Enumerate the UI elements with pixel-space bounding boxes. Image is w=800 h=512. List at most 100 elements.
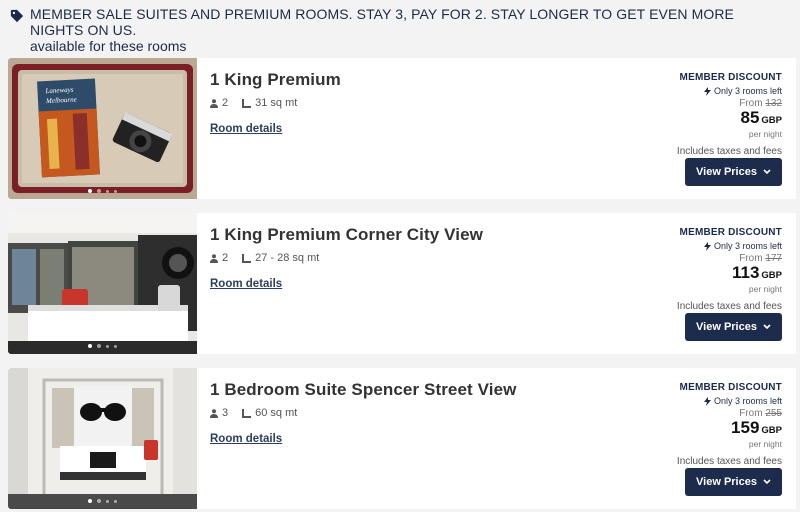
currency: GBP <box>761 115 782 126</box>
room-title: 1 King Premium <box>210 70 341 89</box>
currency: GBP <box>761 425 782 436</box>
carousel-dot[interactable] <box>106 499 109 503</box>
promo-banner-line2: available for these rooms <box>30 38 187 54</box>
room-meta: 3 60 sq mt <box>210 407 516 419</box>
carousel-dots[interactable] <box>8 499 197 503</box>
room-photo-carousel[interactable]: Laneways Melbourne <box>8 58 197 199</box>
view-prices-button[interactable]: View Prices <box>685 313 782 341</box>
view-prices-button[interactable]: View Prices <box>685 468 782 496</box>
price-value: 159 <box>731 418 760 437</box>
ruler-icon <box>242 253 252 263</box>
guest-count-value: 2 <box>222 252 229 264</box>
room-card-3: 1 Bedroom Suite Spencer Street View 3 60… <box>8 368 796 509</box>
rooms-left: Only 3 rooms left <box>582 396 782 406</box>
room-card-2: 1 King Premium Corner City View 2 27 - 2… <box>8 213 796 354</box>
taxes-note: Includes taxes and fees <box>676 301 782 312</box>
room-size-value: 27 - 28 sq mt <box>255 252 320 264</box>
view-prices-label: View Prices <box>696 476 757 488</box>
chevron-down-icon <box>763 324 771 330</box>
price-block: MEMBER DISCOUNT Only 3 rooms left From 1… <box>582 227 782 312</box>
lightning-icon <box>703 241 711 251</box>
carousel-dot[interactable] <box>97 344 101 348</box>
room-info: 1 King Premium 2 31 sq mt Room details <box>210 70 341 137</box>
person-icon <box>210 253 218 263</box>
guest-count-value: 3 <box>222 407 229 419</box>
carousel-dot[interactable] <box>97 189 101 193</box>
tag-icon <box>10 9 24 23</box>
room-size: 27 - 28 sq mt <box>242 252 319 264</box>
rooms-left: Only 3 rooms left <box>582 241 782 251</box>
room-meta: 2 31 sq mt <box>210 97 341 109</box>
room-card-1: Laneways Melbourne 1 King Premium 2 31 s… <box>8 58 796 199</box>
view-prices-label: View Prices <box>696 321 757 333</box>
guest-count: 2 <box>210 252 228 264</box>
view-prices-button[interactable]: View Prices <box>685 158 782 186</box>
price-block: MEMBER DISCOUNT Only 3 rooms left From 1… <box>582 72 782 157</box>
carousel-dot[interactable] <box>106 189 109 193</box>
currency: GBP <box>761 270 782 281</box>
carousel-dot[interactable] <box>114 189 117 193</box>
room-size: 60 sq mt <box>242 407 297 419</box>
price-value: 85 <box>740 108 760 127</box>
room-size-value: 60 sq mt <box>255 407 298 419</box>
carousel-dot[interactable] <box>88 499 92 503</box>
svg-text:Melbourne: Melbourne <box>45 95 77 105</box>
promo-banner-line1: MEMBER SALE SUITES AND PREMIUM ROOMS. ST… <box>30 6 734 38</box>
carousel-dots[interactable] <box>8 189 197 193</box>
carousel-dot[interactable] <box>106 344 109 348</box>
carousel-dot[interactable] <box>88 344 92 348</box>
view-prices-label: View Prices <box>696 166 757 178</box>
ruler-icon <box>242 408 252 418</box>
member-discount-label: MEMBER DISCOUNT <box>679 227 782 238</box>
carousel-dot[interactable] <box>114 499 117 503</box>
carousel-dot[interactable] <box>97 499 101 503</box>
room-photo: Laneways Melbourne <box>8 58 197 199</box>
promo-banner: MEMBER SALE SUITES AND PREMIUM ROOMS. ST… <box>0 0 800 54</box>
rooms-left-text: Only 3 rooms left <box>713 86 782 96</box>
price-block: MEMBER DISCOUNT Only 3 rooms left From 2… <box>582 382 782 467</box>
person-icon <box>210 408 218 418</box>
guest-count: 3 <box>210 407 228 419</box>
price-value: 113 <box>731 263 760 282</box>
per-night: per night <box>748 284 782 294</box>
old-price: 132 <box>765 98 782 109</box>
chevron-down-icon <box>763 479 771 485</box>
taxes-note: Includes taxes and fees <box>676 456 782 467</box>
guest-count: 2 <box>210 97 228 109</box>
room-photo-carousel[interactable] <box>8 213 197 354</box>
svg-text:Laneways: Laneways <box>44 86 74 96</box>
member-discount-label: MEMBER DISCOUNT <box>679 382 782 393</box>
taxes-note: Includes taxes and fees <box>676 146 782 157</box>
room-info: 1 Bedroom Suite Spencer Street View 3 60… <box>210 380 516 447</box>
lightning-icon <box>703 396 711 406</box>
old-price: 255 <box>765 408 782 419</box>
old-price: 177 <box>765 253 782 264</box>
person-icon <box>210 98 218 108</box>
rooms-left: Only 3 rooms left <box>582 86 782 96</box>
chevron-down-icon <box>763 169 771 175</box>
room-size: 31 sq mt <box>242 97 297 109</box>
room-meta: 2 27 - 28 sq mt <box>210 252 483 264</box>
room-size-value: 31 sq mt <box>255 97 298 109</box>
guest-count-value: 2 <box>222 97 229 109</box>
current-price: 85 GBP <box>582 109 782 130</box>
member-discount-label: MEMBER DISCOUNT <box>679 72 782 83</box>
room-info: 1 King Premium Corner City View 2 27 - 2… <box>210 225 483 292</box>
carousel-dot[interactable] <box>114 344 117 348</box>
carousel-dot[interactable] <box>88 189 92 193</box>
room-photo-carousel[interactable] <box>8 368 197 509</box>
room-details-link[interactable]: Room details <box>210 433 282 445</box>
room-photo <box>8 213 197 354</box>
rooms-left-text: Only 3 rooms left <box>713 241 782 251</box>
room-details-link[interactable]: Room details <box>210 123 282 135</box>
room-title: 1 Bedroom Suite Spencer Street View <box>210 380 517 399</box>
current-price: 159 GBP <box>582 419 782 440</box>
promo-banner-text: MEMBER SALE SUITES AND PREMIUM ROOMS. ST… <box>30 6 790 54</box>
per-night: per night <box>748 129 782 139</box>
lightning-icon <box>703 86 711 96</box>
current-price: 113 GBP <box>582 264 782 285</box>
carousel-dots[interactable] <box>8 344 197 348</box>
room-details-link[interactable]: Room details <box>210 278 282 290</box>
ruler-icon <box>242 98 252 108</box>
room-title: 1 King Premium Corner City View <box>210 225 483 244</box>
